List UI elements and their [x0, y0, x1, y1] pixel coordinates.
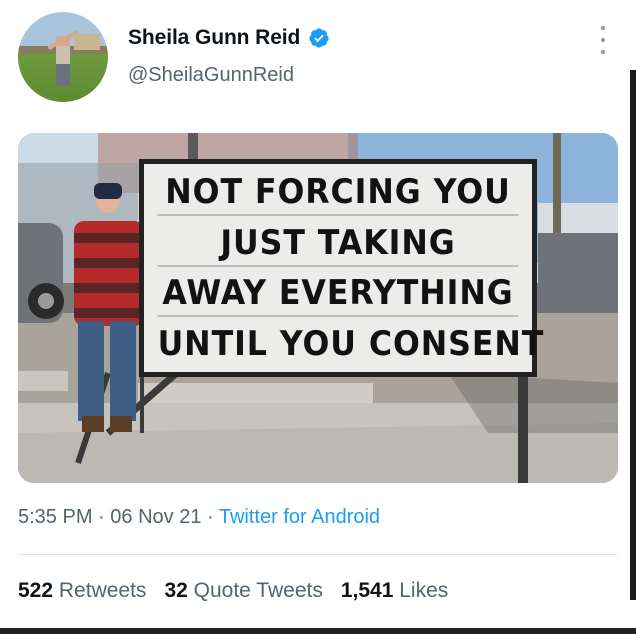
engagement-stats: 522 Retweets 32 Quote Tweets 1,541 Likes [18, 579, 448, 603]
tweet-photo[interactable]: NOT FORCING YOU JUST TAKING AWAY EVERYTH… [18, 133, 618, 483]
letter-sign: NOT FORCING YOU JUST TAKING AWAY EVERYTH… [139, 159, 545, 377]
avatar-background-building [74, 34, 100, 50]
likes-label: Likes [399, 579, 449, 602]
sign-line-2: JUST TAKING [157, 221, 519, 267]
retweets-label: Retweets [58, 579, 147, 602]
more-vertical-icon[interactable] [595, 26, 611, 54]
avatar-person [56, 36, 70, 86]
verified-badge-icon [309, 28, 329, 48]
more-dot [601, 26, 605, 30]
bottom-edge [0, 628, 636, 634]
retweets-stat[interactable]: 522 Retweets [18, 579, 146, 602]
tweet-time[interactable]: 5:35 PM [18, 506, 92, 528]
sign-line-3: AWAY EVERYTHING [157, 271, 519, 318]
tweet-source-link[interactable]: Twitter for Android [219, 506, 380, 528]
quote-tweets-count: 32 [164, 579, 188, 602]
user-handle[interactable]: @SheilaGunnReid [128, 64, 294, 87]
tweet-date[interactable]: 06 Nov 21 [110, 506, 201, 528]
retweets-count: 522 [18, 579, 54, 602]
separator-dot: · [92, 506, 111, 528]
divider [18, 554, 618, 555]
more-dot [601, 50, 605, 54]
sign-line-4: UNTIL YOU CONSENT [157, 323, 545, 364]
author-name-row[interactable]: Sheila Gunn Reid [128, 26, 330, 50]
tweet-metadata: 5:35 PM · 06 Nov 21 · Twitter for Androi… [18, 506, 380, 529]
avatar[interactable] [18, 12, 108, 102]
more-dot [601, 38, 605, 42]
sign-line-1: NOT FORCING YOU [157, 170, 519, 217]
separator-dot: · [201, 506, 219, 528]
display-name[interactable]: Sheila Gunn Reid [128, 26, 300, 50]
quote-tweets-label: Quote Tweets [193, 579, 323, 602]
likes-stat[interactable]: 1,541 Likes [341, 579, 448, 602]
likes-count: 1,541 [340, 579, 394, 602]
scrollbar[interactable] [630, 70, 636, 600]
quote-tweets-stat[interactable]: 32 Quote Tweets [164, 579, 322, 602]
